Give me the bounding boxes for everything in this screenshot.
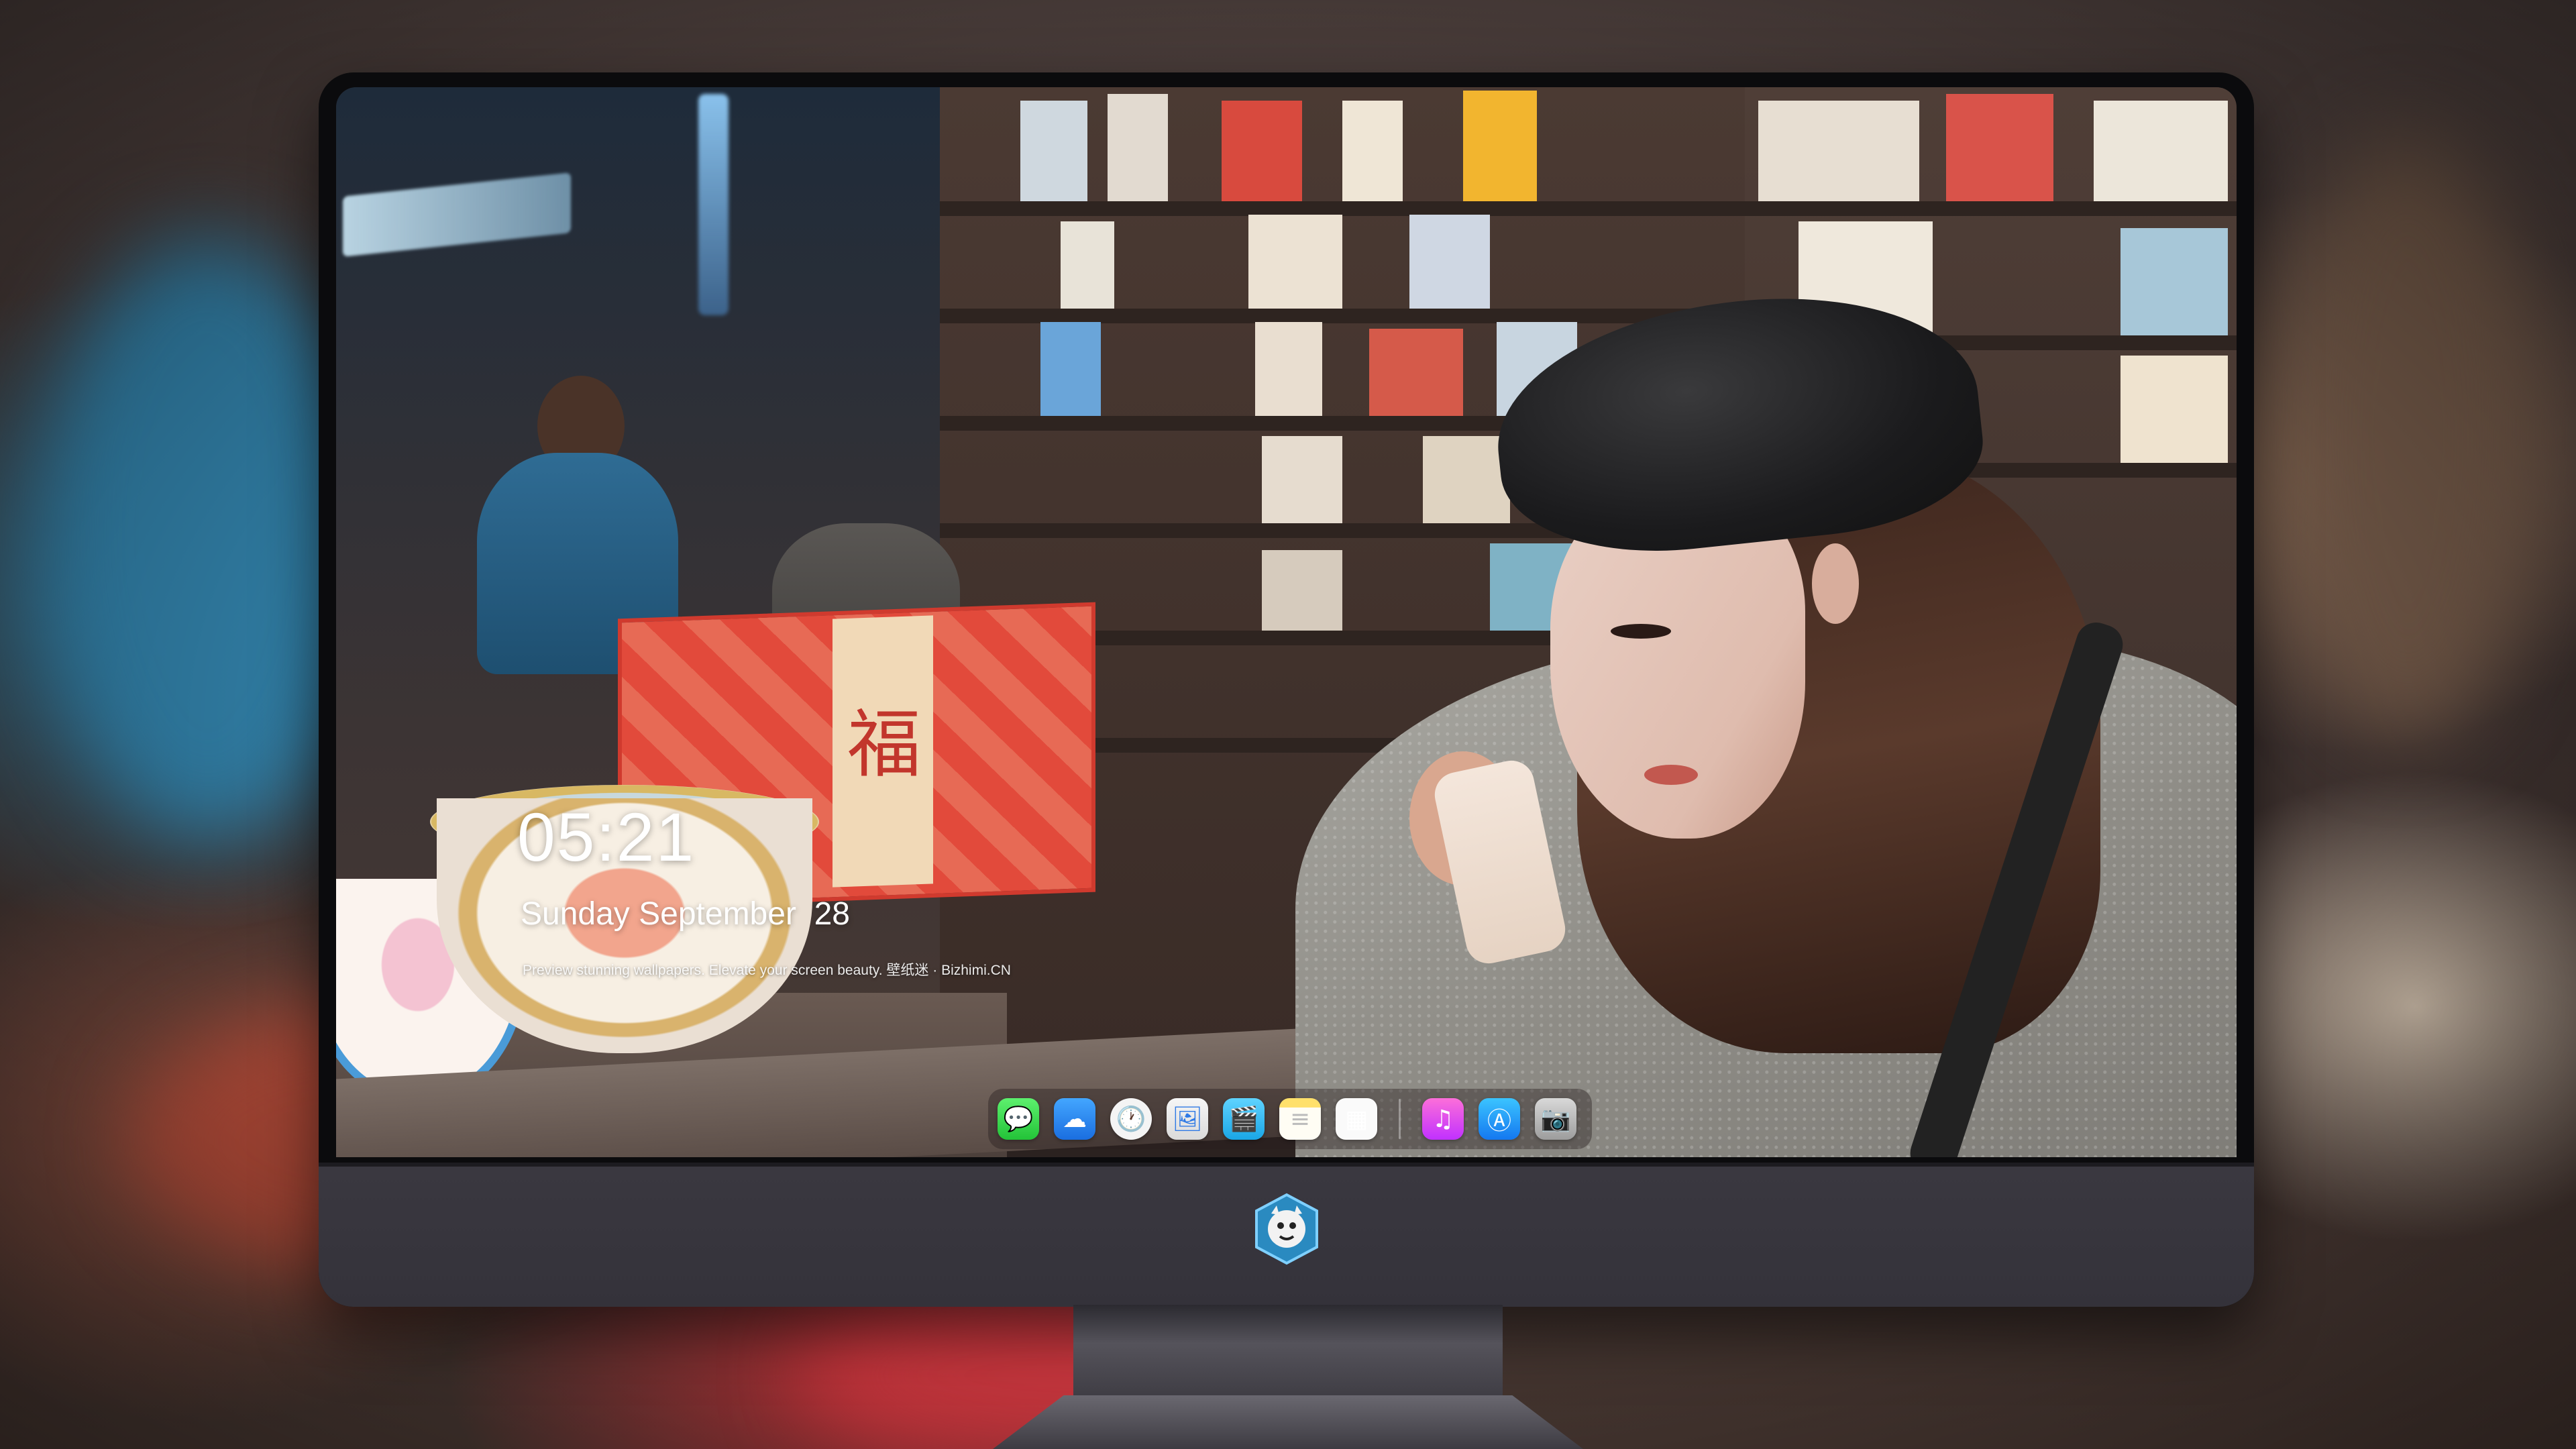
woman-lips (1644, 765, 1698, 785)
monitor-stand (1073, 1305, 1503, 1402)
monitor-chin (319, 1163, 2254, 1307)
monitor: 福 05:21 Sunday September 28 Preview stun… (319, 72, 2254, 1307)
lockscreen-date: Sunday September 28 (521, 896, 850, 932)
clock-icon[interactable]: 🕐 (1110, 1098, 1152, 1140)
clips-icon[interactable]: 🎬 (1223, 1098, 1265, 1140)
dock-separator (1399, 1099, 1401, 1139)
wallpaper: 福 (336, 87, 2237, 1157)
neon-strip (698, 94, 729, 315)
lockscreen-time: 05:21 (517, 799, 696, 875)
preview-icon[interactable]: 🖼 (1167, 1098, 1208, 1140)
woman-ear (1812, 543, 1859, 624)
dock: 💬 ☁ 🕐 🖼 🎬 ≡ ▦ ♫ Ⓐ 📷 (988, 1089, 1592, 1149)
messages-icon[interactable]: 💬 (998, 1098, 1039, 1140)
music-icon[interactable]: ♫ (1422, 1098, 1464, 1140)
notes-icon[interactable]: ≡ (1279, 1098, 1321, 1140)
weather-icon[interactable]: ☁ (1054, 1098, 1095, 1140)
woman-eye (1611, 624, 1671, 639)
wallpaper-tagline: Preview stunning wallpapers. Elevate you… (523, 963, 1011, 978)
camera-icon[interactable]: 📷 (1535, 1098, 1576, 1140)
brand-logo-icon (1254, 1193, 1318, 1265)
monitor-stand-base (993, 1395, 1583, 1449)
fu-character: 福 (847, 702, 921, 788)
desktop-screen: 福 05:21 Sunday September 28 Preview stun… (336, 87, 2237, 1157)
collage-icon[interactable]: ▦ (1336, 1098, 1377, 1140)
app-store-icon[interactable]: Ⓐ (1479, 1098, 1520, 1140)
